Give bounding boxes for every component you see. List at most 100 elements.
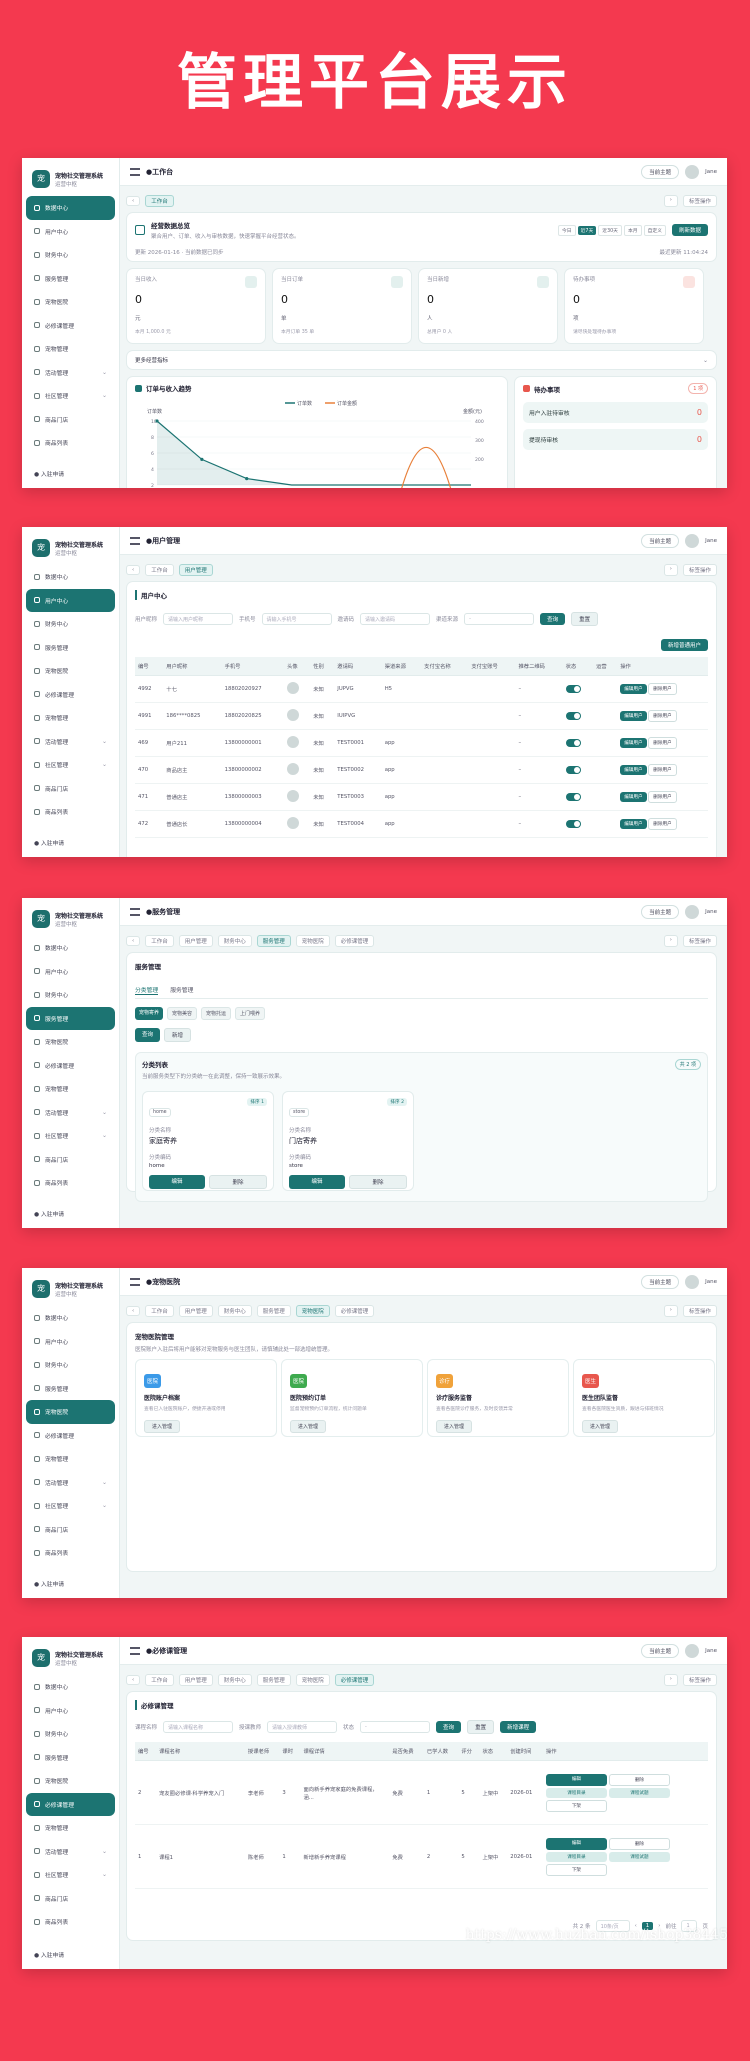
sidebar-item-5[interactable]: 必修课管理 bbox=[26, 314, 115, 338]
menu-icon[interactable] bbox=[130, 536, 140, 545]
sidebar-item-5[interactable]: 必修课管理 bbox=[26, 683, 115, 707]
tab-4[interactable]: 宠物医院 bbox=[295, 1674, 330, 1686]
sidebar-item-1[interactable]: 用户中心 bbox=[26, 588, 115, 612]
sidebar-item-6[interactable]: 宠物管理 bbox=[26, 706, 115, 730]
tab-4[interactable]: 宠物医院 bbox=[295, 935, 330, 947]
add-user-button[interactable]: 新增普通用户 bbox=[660, 639, 708, 651]
edit-user-button[interactable]: 编辑用户 bbox=[620, 711, 647, 721]
tab-2[interactable]: 财务中心 bbox=[217, 935, 252, 947]
sidebar-item-0[interactable]: 数据中心 bbox=[26, 1675, 115, 1699]
avatar[interactable] bbox=[685, 164, 700, 179]
tab-more-button[interactable]: 标签操作 bbox=[682, 935, 717, 947]
sidebar-item-3[interactable]: 服务管理 bbox=[26, 636, 115, 660]
table-row[interactable]: 4991 186****0825 18802020825 未知 IUIPVG – 编辑用户 … bbox=[135, 702, 708, 730]
todo-item[interactable]: 用户入驻待审核 0 bbox=[523, 402, 708, 423]
theme-button[interactable]: 当前主题 bbox=[641, 164, 680, 179]
filter-input[interactable]: 请输入手机号 bbox=[261, 613, 332, 625]
tab-0[interactable]: 工作台 bbox=[145, 1305, 174, 1317]
edit-button[interactable]: 编辑 bbox=[289, 1175, 345, 1189]
sidebar-footer[interactable]: ● 入驻申请 bbox=[34, 1579, 64, 1588]
feature-card[interactable]: 医院 医院账户档案 查看已入驻医院账户，便捷开通或停用 进入管理 bbox=[135, 1359, 277, 1437]
add-button[interactable]: 新增 bbox=[164, 1028, 192, 1042]
search-button[interactable]: 查询 bbox=[540, 613, 566, 625]
tab-1[interactable]: 用户管理 bbox=[178, 935, 213, 947]
table-row[interactable]: 1 课程1 陈老师 1 新增新手养宠课程 免费 2 5 上架中 2026-01 编辑 删除 课程目录 课程… bbox=[135, 1824, 708, 1889]
table-row[interactable]: 2 宠友圈必修课·科学养宠入门 李老师 3 面向新手养宠家庭的免费课程，涵... 免费 1 5… bbox=[135, 1760, 708, 1825]
edit-user-button[interactable]: 编辑用户 bbox=[620, 684, 647, 694]
user-name[interactable]: Jane bbox=[705, 1648, 717, 1654]
sidebar-item-1[interactable]: 用户中心 bbox=[26, 1699, 115, 1723]
sidebar-item-5[interactable]: 必修课管理 bbox=[26, 1424, 115, 1448]
sidebar-item-7[interactable]: 活动管理 ⌄ bbox=[26, 1840, 115, 1864]
sidebar-item-7[interactable]: 活动管理 ⌄ bbox=[26, 361, 115, 385]
tab-more-button[interactable]: 标签操作 bbox=[682, 1305, 717, 1317]
status-toggle[interactable] bbox=[565, 766, 581, 774]
sidebar-item-4[interactable]: 宠物医院 bbox=[26, 1400, 115, 1424]
tab-3[interactable]: 服务管理 bbox=[256, 1305, 291, 1317]
search-button[interactable]: 查询 bbox=[436, 1721, 462, 1733]
filter-input[interactable]: - bbox=[464, 613, 535, 625]
user-name[interactable]: Jane bbox=[705, 169, 717, 175]
feature-card[interactable]: 医院 医院预约订单 监督宠物预约订单流程，统计问题单 进入管理 bbox=[281, 1359, 423, 1437]
sidebar-item-4[interactable]: 宠物医院 bbox=[26, 1030, 115, 1054]
filter-input[interactable]: 请输入授课教师 bbox=[267, 1721, 338, 1733]
sidebar-item-0[interactable]: 数据中心 bbox=[26, 196, 115, 220]
tab-forward[interactable]: › bbox=[663, 195, 678, 207]
sidebar-item-8[interactable]: 社区管理 ⌄ bbox=[26, 1124, 115, 1148]
sidebar-item-7[interactable]: 活动管理 ⌄ bbox=[26, 1101, 115, 1125]
sidebar-footer[interactable]: ● 入驻申请 bbox=[34, 1209, 64, 1218]
edit-user-button[interactable]: 编辑用户 bbox=[620, 792, 647, 802]
delete-user-button[interactable]: 删除用户 bbox=[648, 764, 677, 776]
reset-button[interactable]: 重置 bbox=[467, 1720, 495, 1734]
range-option[interactable]: 今日 bbox=[558, 224, 576, 236]
sidebar-item-10[interactable]: 商品列表 bbox=[26, 1910, 115, 1934]
tab-4[interactable]: 宠物医院 bbox=[295, 1305, 330, 1317]
table-row[interactable]: 470 商品店主 13800000002 未知 TEST0002 app – 编辑用户 删除用… bbox=[135, 756, 708, 784]
delete-user-button[interactable]: 删除用户 bbox=[648, 683, 677, 695]
sidebar-item-9[interactable]: 商品门店 bbox=[26, 408, 115, 432]
tab-0[interactable]: 工作台 bbox=[145, 195, 174, 207]
tab-back[interactable]: ‹ bbox=[126, 565, 141, 575]
sidebar-item-5[interactable]: 必修课管理 bbox=[26, 1054, 115, 1078]
avatar[interactable] bbox=[685, 1274, 700, 1289]
delete-user-button[interactable]: 删除用户 bbox=[648, 818, 677, 830]
sidebar-item-4[interactable]: 宠物医院 bbox=[26, 290, 115, 314]
tab-more-button[interactable]: 标签操作 bbox=[682, 1674, 717, 1686]
table-row[interactable]: 471 普通店主 13800000003 未知 TEST0003 app – 编辑用户 删除用… bbox=[135, 783, 708, 811]
avatar[interactable] bbox=[685, 904, 700, 919]
sidebar-item-6[interactable]: 宠物管理 bbox=[26, 337, 115, 361]
sidebar-item-1[interactable]: 用户中心 bbox=[26, 220, 115, 244]
user-name[interactable]: Jane bbox=[705, 538, 717, 544]
tab-back[interactable]: ‹ bbox=[126, 1675, 141, 1685]
feature-card[interactable]: 诊疗 诊疗服务监督 查看各医院诊疗服务，及时反馈异常 进入管理 bbox=[427, 1359, 569, 1437]
sidebar-item-0[interactable]: 数据中心 bbox=[26, 1306, 115, 1330]
sidebar-item-6[interactable]: 宠物管理 bbox=[26, 1816, 115, 1840]
menu-icon[interactable] bbox=[130, 1646, 140, 1655]
edit-button[interactable]: 编辑 bbox=[149, 1175, 205, 1189]
status-toggle[interactable] bbox=[565, 793, 581, 801]
filter-input[interactable]: - bbox=[360, 1721, 431, 1733]
tab-forward[interactable]: › bbox=[663, 1674, 678, 1686]
sidebar-item-10[interactable]: 商品列表 bbox=[26, 431, 115, 455]
sidebar-item-7[interactable]: 活动管理 ⌄ bbox=[26, 730, 115, 754]
tab-2[interactable]: 财务中心 bbox=[217, 1674, 252, 1686]
tab-3[interactable]: 服务管理 bbox=[256, 1674, 291, 1686]
range-option[interactable]: 本月 bbox=[623, 224, 642, 236]
filter-input[interactable]: 请输入邀请码 bbox=[360, 613, 431, 625]
tab-forward[interactable]: › bbox=[663, 564, 678, 576]
range-option[interactable]: 自定义 bbox=[643, 224, 666, 236]
delete-button[interactable]: 删除 bbox=[349, 1175, 407, 1189]
theme-button[interactable]: 当前主题 bbox=[641, 533, 680, 548]
sidebar-footer[interactable]: ● 入驻申请 bbox=[34, 838, 64, 847]
tab-forward[interactable]: › bbox=[663, 935, 678, 947]
table-row[interactable]: 4992 十七 18802020927 未知 JUPVG H5 – 编辑用户 删除用户 bbox=[135, 675, 708, 703]
delete-user-button[interactable]: 删除用户 bbox=[648, 737, 677, 749]
sidebar-item-3[interactable]: 服务管理 bbox=[26, 1006, 115, 1030]
reset-button[interactable]: 重置 bbox=[571, 612, 599, 626]
theme-button[interactable]: 当前主题 bbox=[641, 1274, 680, 1289]
sidebar-item-7[interactable]: 活动管理 ⌄ bbox=[26, 1471, 115, 1495]
tab-0[interactable]: 工作台 bbox=[145, 935, 174, 947]
theme-button[interactable]: 当前主题 bbox=[641, 904, 680, 919]
unpublish-button[interactable]: 下架 bbox=[545, 1799, 607, 1812]
course-quiz-button[interactable]: 课程试题 bbox=[608, 1851, 670, 1862]
